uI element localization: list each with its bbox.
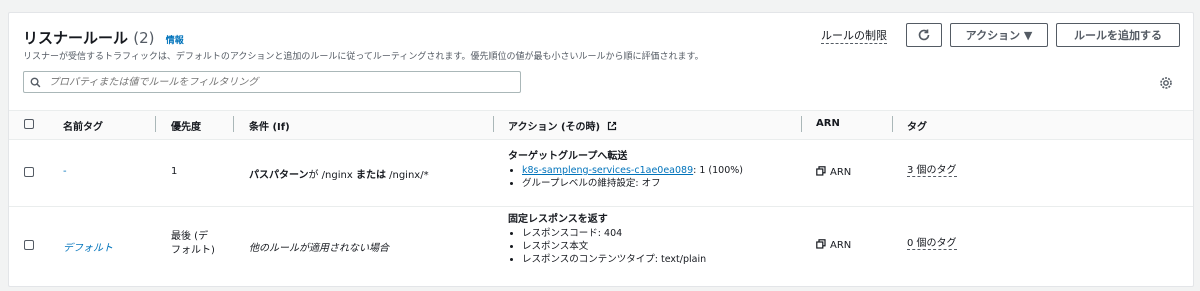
column-divider[interactable] xyxy=(892,116,893,132)
arn-copy[interactable]: ARN xyxy=(816,166,851,178)
list-item: k8s-sampleng-services-c1ae0ea089: 1 (100… xyxy=(522,164,743,177)
search-icon xyxy=(30,77,41,87)
list-item: グループレベルの維持設定: オフ xyxy=(522,177,743,190)
action-details-list: レスポンスコード: 404 レスポンス本文 レスポンスのコンテンツタイプ: te… xyxy=(508,227,706,266)
list-item: レスポンスコード: 404 xyxy=(522,227,706,240)
refresh-button[interactable] xyxy=(906,23,942,47)
copy-icon xyxy=(816,239,826,249)
actions-dropdown-button[interactable]: アクション ▼ xyxy=(950,23,1048,47)
column-header-arn[interactable]: ARN xyxy=(816,118,840,129)
list-item: レスポンスのコンテンツタイプ: text/plain xyxy=(522,253,706,266)
select-all-checkbox[interactable] xyxy=(24,119,34,129)
rule-limits-link[interactable]: ルールの制限 xyxy=(821,29,887,44)
condition-operator: または xyxy=(355,170,386,181)
column-divider[interactable] xyxy=(493,116,494,132)
panel-title: リスナールール (2) 情報 xyxy=(23,27,184,48)
rule-priority: 1 xyxy=(171,166,178,177)
settings-gear-icon[interactable] xyxy=(1159,76,1173,90)
tags-count: 0 個のタグ xyxy=(907,238,957,250)
rule-action: ターゲットグループへ転送 k8s-sampleng-services-c1ae0… xyxy=(508,150,743,190)
condition-type: パスパターン xyxy=(249,170,309,181)
rule-condition: 他のルールが適用されない場合 xyxy=(249,243,389,254)
refresh-icon xyxy=(918,29,930,41)
list-item: レスポンス本文 xyxy=(522,240,706,253)
target-group-weight: : 1 (100%) xyxy=(693,165,743,176)
info-link[interactable]: 情報 xyxy=(166,36,184,46)
listener-rules-panel: リスナールール (2) 情報 リスナーが受信するトラフィックは、デフォルトのアク… xyxy=(8,12,1194,287)
panel-description: リスナーが受信するトラフィックは、デフォルトのアクションと追加のルールに従ってル… xyxy=(23,52,704,62)
column-header-tags[interactable]: タグ xyxy=(907,118,927,133)
rule-name-link[interactable]: デフォルト xyxy=(63,239,113,254)
condition-value: が /nginx xyxy=(308,170,356,181)
condition-value: /nginx/* xyxy=(385,170,429,181)
external-link-icon xyxy=(607,121,616,131)
action-title: ターゲットグループへ転送 xyxy=(508,151,628,162)
arn-label: ARN xyxy=(830,167,852,178)
search-input[interactable] xyxy=(47,75,520,89)
rule-name-link[interactable]: - xyxy=(63,166,67,177)
column-header-condition[interactable]: 条件 (If) xyxy=(249,118,290,133)
arn-label: ARN xyxy=(830,240,852,251)
tags-count: 3 個のタグ xyxy=(907,165,957,177)
column-divider[interactable] xyxy=(155,116,156,132)
rule-condition: パスパターンが /nginx または /nginx/* xyxy=(249,166,429,181)
action-details-list: k8s-sampleng-services-c1ae0ea089: 1 (100… xyxy=(508,164,743,190)
column-header-action[interactable]: アクション (その時) xyxy=(508,118,617,133)
title-text: リスナールール xyxy=(23,29,129,47)
row-checkbox[interactable] xyxy=(24,240,34,250)
rule-count: (2) xyxy=(133,29,155,47)
target-group-link[interactable]: k8s-sampleng-services-c1ae0ea089 xyxy=(522,165,693,176)
column-header-action-label: アクション (その時) xyxy=(508,122,601,133)
copy-icon xyxy=(816,166,826,176)
rule-action: 固定レスポンスを返す レスポンスコード: 404 レスポンス本文 レスポンスのコ… xyxy=(508,213,706,266)
rule-filter-search[interactable] xyxy=(23,71,521,93)
column-header-priority[interactable]: 優先度 xyxy=(171,118,201,133)
action-title: 固定レスポンスを返す xyxy=(508,214,608,225)
column-divider[interactable] xyxy=(801,116,802,132)
priority-line: フォルト) xyxy=(171,245,215,256)
add-rule-button[interactable]: ルールを追加する xyxy=(1056,23,1180,47)
column-header-name[interactable]: 名前タグ xyxy=(63,118,103,133)
tags-popover[interactable]: 3 個のタグ xyxy=(907,164,957,177)
rule-priority: 最後 (デ フォルト) xyxy=(171,230,215,258)
tags-popover[interactable]: 0 個のタグ xyxy=(907,237,957,250)
row-divider xyxy=(9,206,1193,207)
column-divider[interactable] xyxy=(233,116,234,132)
arn-copy[interactable]: ARN xyxy=(816,239,851,251)
row-checkbox[interactable] xyxy=(24,167,34,177)
priority-line: 最後 (デ xyxy=(171,231,209,242)
